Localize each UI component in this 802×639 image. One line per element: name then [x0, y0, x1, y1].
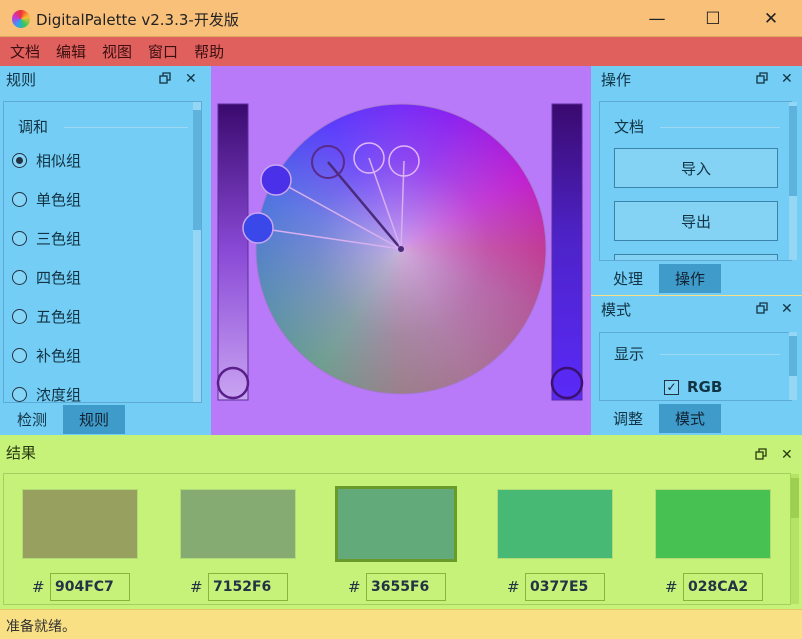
- menu-edit[interactable]: 编辑: [48, 41, 94, 62]
- rules-scrollbar[interactable]: [193, 102, 201, 402]
- rgb-checkbox-row[interactable]: ✓ RGB: [664, 378, 722, 396]
- rule-option[interactable]: 浓度组: [12, 384, 81, 405]
- color-swatch[interactable]: [335, 486, 457, 562]
- tab-mode[interactable]: 模式: [659, 404, 721, 433]
- hex-input[interactable]: 3655F6: [366, 573, 446, 601]
- result-dock-title: 结果: [6, 444, 37, 462]
- float-icon[interactable]: [755, 448, 767, 463]
- radio-button[interactable]: [12, 270, 27, 285]
- hex-input[interactable]: 7152F6: [208, 573, 288, 601]
- close-icon[interactable]: ✕: [781, 71, 793, 87]
- rule-option-label: 四色组: [36, 269, 82, 287]
- float-icon[interactable]: [756, 302, 768, 317]
- mode-dock-title: 模式: [601, 301, 632, 319]
- hash-label: #: [348, 578, 361, 596]
- export-button[interactable]: 导出: [614, 201, 778, 241]
- import-button[interactable]: 导入: [614, 148, 778, 188]
- more-button[interactable]: [614, 254, 778, 260]
- color-swatch[interactable]: [22, 489, 138, 559]
- harmony-group-label: 调和: [18, 118, 49, 136]
- group-separator: [660, 354, 780, 355]
- rule-option-label: 三色组: [36, 230, 82, 248]
- tab-detect[interactable]: 检测: [3, 405, 61, 434]
- operation-dock-title: 操作: [601, 71, 632, 89]
- float-icon[interactable]: [756, 72, 768, 87]
- left-value-slider[interactable]: [217, 103, 249, 401]
- hash-label: #: [190, 578, 203, 596]
- menu-file[interactable]: 文档: [2, 41, 48, 62]
- tab-adjust[interactable]: 调整: [599, 404, 657, 433]
- hash-label: #: [507, 578, 520, 596]
- tab-operation[interactable]: 操作: [659, 264, 721, 293]
- title-bar: DigitalPalette v2.3.3-开发版 — ☐ ✕: [0, 0, 802, 37]
- radio-button[interactable]: [12, 309, 27, 324]
- rule-option[interactable]: 补色组: [12, 345, 81, 366]
- right-value-slider[interactable]: [551, 103, 583, 401]
- close-window-button[interactable]: ✕: [742, 0, 800, 37]
- radio-button[interactable]: [12, 231, 27, 246]
- rule-option-label: 单色组: [36, 191, 82, 209]
- group-separator: [660, 127, 780, 128]
- rules-dock-title: 规则: [6, 71, 37, 89]
- rule-option[interactable]: 四色组: [12, 267, 81, 288]
- result-scrollbar[interactable]: [791, 474, 799, 604]
- status-bar: 准备就绪。: [0, 609, 802, 639]
- rule-option-label: 补色组: [36, 347, 82, 365]
- color-swatch[interactable]: [180, 489, 296, 559]
- menu-view[interactable]: 视图: [94, 41, 140, 62]
- window-title: DigitalPalette v2.3.3-开发版: [36, 11, 239, 29]
- tab-process[interactable]: 处理: [599, 264, 657, 293]
- radio-button[interactable]: [12, 387, 27, 402]
- close-icon[interactable]: ✕: [781, 301, 793, 317]
- color-swatch[interactable]: [497, 489, 613, 559]
- mode-dock: 模式 ✕ 显示 ✓ RGB 调整 模式: [591, 296, 802, 435]
- menu-bar: 文档 编辑 视图 窗口 帮助: [0, 37, 802, 66]
- hash-label: #: [32, 578, 45, 596]
- hex-input[interactable]: 028CA2: [683, 573, 763, 601]
- result-scrollbar-thumb[interactable]: [791, 478, 799, 518]
- color-swatch[interactable]: [655, 489, 771, 559]
- color-point-1[interactable]: [260, 164, 292, 196]
- rules-dock: 规则 ✕ 调和 相似组单色组三色组四色组五色组补色组浓度组 检测 规则: [0, 66, 211, 435]
- color-wheel-canvas[interactable]: [211, 66, 591, 435]
- color-point-2[interactable]: [242, 212, 274, 244]
- tab-rules[interactable]: 规则: [63, 405, 125, 434]
- operation-dock: 操作 ✕ 文档 导入 导出 处理 操作: [591, 66, 802, 295]
- rule-option[interactable]: 相似组: [12, 150, 81, 171]
- close-icon[interactable]: ✕: [185, 71, 197, 87]
- document-group-label: 文档: [614, 118, 645, 136]
- float-icon[interactable]: [159, 72, 171, 87]
- hash-label: #: [665, 578, 678, 596]
- operation-panel: 文档 导入 导出: [599, 101, 792, 261]
- rule-option[interactable]: 五色组: [12, 306, 81, 327]
- mode-scrollbar-thumb[interactable]: [789, 336, 797, 376]
- close-icon[interactable]: ✕: [781, 447, 793, 463]
- rule-option[interactable]: 三色组: [12, 228, 81, 249]
- rgb-checkbox-label: RGB: [687, 378, 723, 396]
- group-separator: [64, 127, 188, 128]
- rule-option-label: 相似组: [36, 152, 82, 170]
- rule-option[interactable]: 单色组: [12, 189, 81, 210]
- hex-input[interactable]: 904FC7: [50, 573, 130, 601]
- operation-scrollbar-thumb[interactable]: [789, 106, 797, 196]
- rules-panel: 调和 相似组单色组三色组四色组五色组补色组浓度组: [3, 101, 202, 405]
- rule-option-label: 五色组: [36, 308, 82, 326]
- color-wheel-workspace: [211, 66, 591, 435]
- menu-window[interactable]: 窗口: [140, 41, 186, 62]
- rgb-checkbox[interactable]: ✓: [664, 379, 679, 395]
- radio-button[interactable]: [12, 153, 27, 168]
- maximize-button[interactable]: ☐: [684, 0, 742, 37]
- rule-option-label: 浓度组: [36, 386, 82, 404]
- radio-button[interactable]: [12, 348, 27, 363]
- app-logo-icon: [12, 10, 30, 28]
- radio-button[interactable]: [12, 192, 27, 207]
- minimize-button[interactable]: —: [628, 0, 686, 37]
- rules-scrollbar-thumb[interactable]: [193, 110, 201, 230]
- display-group-label: 显示: [614, 345, 645, 363]
- operation-scrollbar[interactable]: [789, 102, 797, 260]
- mode-scrollbar[interactable]: [789, 332, 797, 400]
- hex-input[interactable]: 0377E5: [525, 573, 605, 601]
- mode-panel: 显示 ✓ RGB: [599, 332, 792, 401]
- menu-help[interactable]: 帮助: [186, 41, 232, 62]
